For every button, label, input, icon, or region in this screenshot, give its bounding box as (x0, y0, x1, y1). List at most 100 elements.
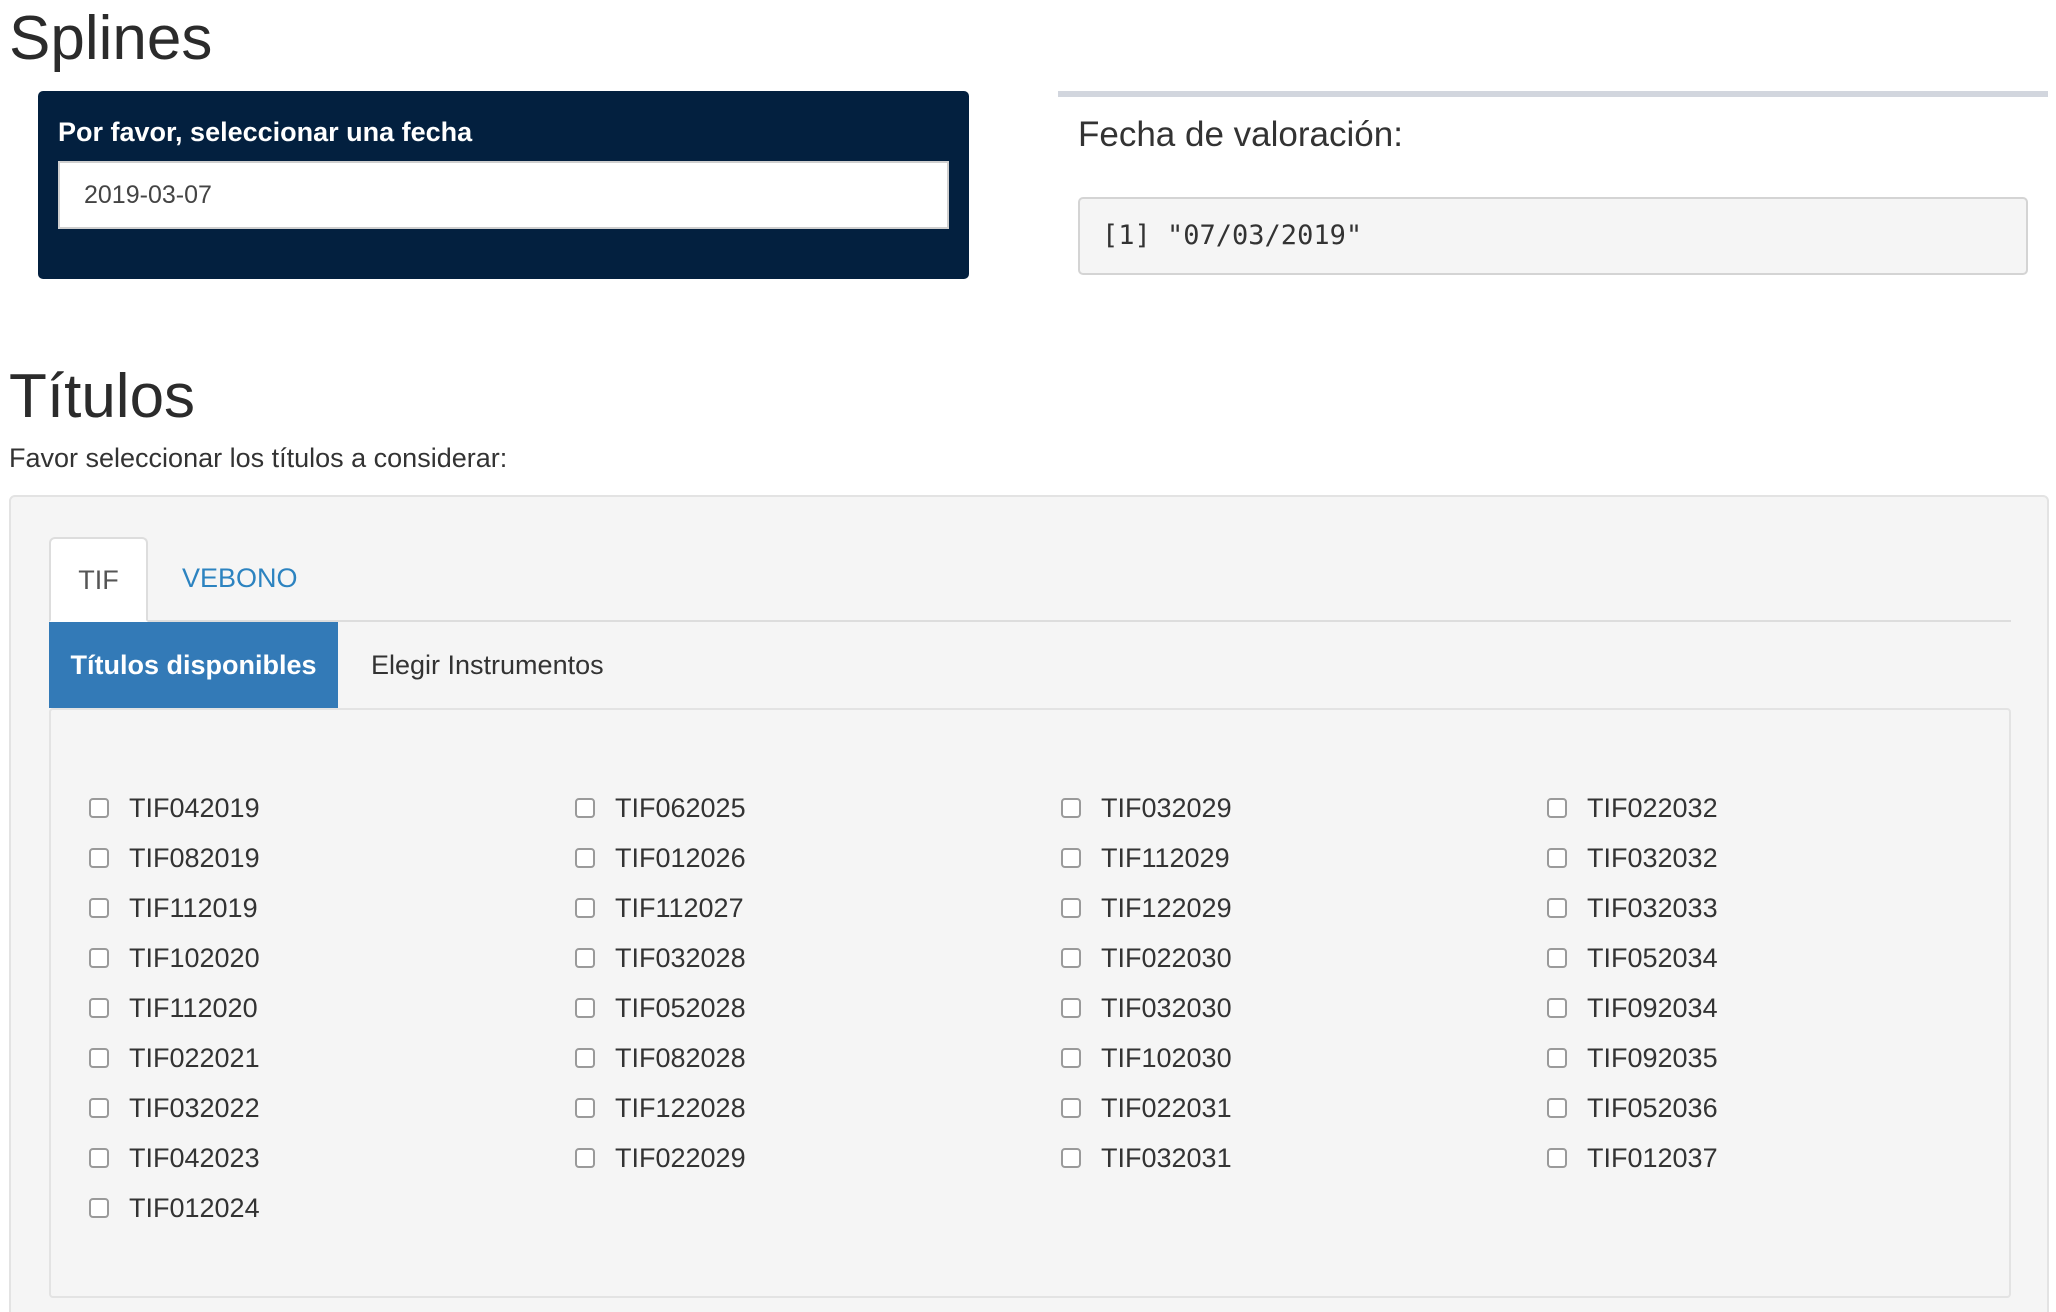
checkbox-item[interactable]: TIF112020 (51, 983, 531, 1033)
checkbox-item[interactable]: TIF022030 (1023, 933, 1503, 983)
checkbox-label: TIF122028 (615, 1092, 746, 1123)
checkbox-item[interactable]: TIF032022 (51, 1083, 531, 1133)
checkbox-item[interactable]: TIF032030 (1023, 983, 1503, 1033)
checkbox-item[interactable]: TIF122028 (537, 1083, 1017, 1133)
checkbox-label: TIF022031 (1101, 1092, 1232, 1123)
checkbox-label: TIF102020 (129, 942, 260, 973)
checkbox-label: TIF012037 (1587, 1142, 1718, 1173)
tab-tif[interactable]: TIF (49, 537, 148, 622)
checkbox-item[interactable]: TIF092035 (1509, 1033, 1989, 1083)
checkbox-label: TIF122029 (1101, 892, 1232, 923)
checkbox-item[interactable]: TIF032031 (1023, 1133, 1503, 1183)
checkbox[interactable] (1547, 998, 1567, 1018)
checkbox-item[interactable]: TIF102030 (1023, 1033, 1503, 1083)
checkbox-label: TIF112020 (129, 992, 258, 1023)
checkbox-label: TIF092034 (1587, 992, 1718, 1023)
checkbox-item[interactable]: TIF032032 (1509, 833, 1989, 883)
checkbox-label: TIF052034 (1587, 942, 1718, 973)
checkbox[interactable] (1061, 948, 1081, 968)
checkbox-label: TIF112019 (129, 892, 258, 923)
checkbox[interactable] (89, 1148, 109, 1168)
checkbox[interactable] (1061, 1148, 1081, 1168)
checkbox[interactable] (89, 1198, 109, 1218)
tab-vebono[interactable]: VEBONO (182, 537, 298, 620)
checkbox-item[interactable]: TIF022021 (51, 1033, 531, 1083)
checkbox-item[interactable]: TIF112029 (1023, 833, 1503, 883)
checkbox-label: TIF032031 (1101, 1142, 1232, 1173)
checkbox[interactable] (575, 1148, 595, 1168)
date-input[interactable] (58, 161, 949, 229)
checkbox[interactable] (1547, 1148, 1567, 1168)
checkbox-item[interactable]: TIF082028 (537, 1033, 1017, 1083)
checkbox-item[interactable]: TIF112027 (537, 883, 1017, 933)
checkbox-item[interactable]: TIF012026 (537, 833, 1017, 883)
checkbox-item[interactable]: TIF022031 (1023, 1083, 1503, 1133)
checkbox-item[interactable]: TIF032028 (537, 933, 1017, 983)
checkbox[interactable] (1547, 898, 1567, 918)
checkbox[interactable] (89, 948, 109, 968)
checkbox[interactable] (1061, 848, 1081, 868)
checkbox-label: TIF012026 (615, 842, 746, 873)
checkbox[interactable] (89, 998, 109, 1018)
titulos-title: Títulos (9, 362, 196, 431)
checkbox[interactable] (575, 1098, 595, 1118)
checkbox-group: TIF042019 TIF082019 TIF112019 TIF102020 TIF1… (49, 708, 2011, 1298)
checkbox-item[interactable]: TIF042023 (51, 1133, 531, 1183)
checkbox-column: TIF032029 TIF112029 TIF122029 TIF022030 TIF0… (1023, 783, 1503, 1183)
checkbox-item[interactable]: TIF052034 (1509, 933, 1989, 983)
checkbox-item[interactable]: TIF102020 (51, 933, 531, 983)
checkbox-item[interactable]: TIF112019 (51, 883, 531, 933)
checkbox-item[interactable]: TIF122029 (1023, 883, 1503, 933)
page: Splines Por favor, seleccionar una fecha… (0, 0, 2056, 1312)
checkbox-item[interactable]: TIF052028 (537, 983, 1017, 1033)
checkbox[interactable] (575, 798, 595, 818)
titulos-subtitle: Favor seleccionar los títulos a consider… (9, 443, 508, 473)
checkbox-item[interactable]: TIF032029 (1023, 783, 1503, 833)
tab-titulos-disponibles[interactable]: Títulos disponibles (49, 622, 338, 708)
checkbox[interactable] (1061, 898, 1081, 918)
checkbox[interactable] (575, 948, 595, 968)
checkbox-label: TIF052036 (1587, 1092, 1718, 1123)
checkbox-item[interactable]: TIF092034 (1509, 983, 1989, 1033)
titulos-well: TIF VEBONO Títulos disponibles Elegir In… (9, 495, 2049, 1312)
checkbox-label: TIF082028 (615, 1042, 746, 1073)
checkbox-column: TIF042019 TIF082019 TIF112019 TIF102020 TIF1… (51, 783, 531, 1233)
checkbox-column: TIF062025 TIF012026 TIF112027 TIF032028 TIF0… (537, 783, 1017, 1183)
valoracion-panel: Fecha de valoración: [1] "07/03/2019" (1058, 91, 2048, 291)
checkbox[interactable] (1061, 998, 1081, 1018)
panel-top-rule (1058, 91, 2048, 97)
checkbox-item[interactable]: TIF052036 (1509, 1083, 1989, 1133)
checkbox-item[interactable]: TIF032033 (1509, 883, 1989, 933)
checkbox[interactable] (1547, 848, 1567, 868)
checkbox-label: TIF022029 (615, 1142, 746, 1173)
sub-tabs: Títulos disponibles Elegir Instrumentos (49, 622, 2011, 708)
checkbox-item[interactable]: TIF022032 (1509, 783, 1989, 833)
checkbox-item[interactable]: TIF062025 (537, 783, 1017, 833)
checkbox[interactable] (575, 898, 595, 918)
checkbox-item[interactable]: TIF022029 (537, 1133, 1017, 1183)
checkbox[interactable] (575, 998, 595, 1018)
checkbox-item[interactable]: TIF082019 (51, 833, 531, 883)
checkbox[interactable] (1547, 1098, 1567, 1118)
checkbox-label: TIF032022 (129, 1092, 260, 1123)
checkbox-item[interactable]: TIF042019 (51, 783, 531, 833)
tab-elegir-instrumentos[interactable]: Elegir Instrumentos (371, 622, 604, 708)
checkbox[interactable] (89, 798, 109, 818)
checkbox[interactable] (89, 898, 109, 918)
checkbox[interactable] (1547, 798, 1567, 818)
checkbox-item[interactable]: TIF012024 (51, 1183, 531, 1233)
checkbox[interactable] (575, 848, 595, 868)
checkbox[interactable] (1061, 798, 1081, 818)
checkbox-label: TIF082019 (129, 842, 260, 873)
checkbox-column: TIF022032 TIF032032 TIF032033 TIF052034 TIF0… (1509, 783, 1989, 1183)
checkbox[interactable] (89, 1048, 109, 1068)
checkbox[interactable] (89, 848, 109, 868)
checkbox[interactable] (575, 1048, 595, 1068)
checkbox-item[interactable]: TIF012037 (1509, 1133, 1989, 1183)
checkbox[interactable] (1061, 1048, 1081, 1068)
checkbox[interactable] (89, 1098, 109, 1118)
checkbox[interactable] (1547, 948, 1567, 968)
checkbox[interactable] (1061, 1098, 1081, 1118)
checkbox[interactable] (1547, 1048, 1567, 1068)
checkbox-label: TIF042019 (129, 792, 260, 823)
